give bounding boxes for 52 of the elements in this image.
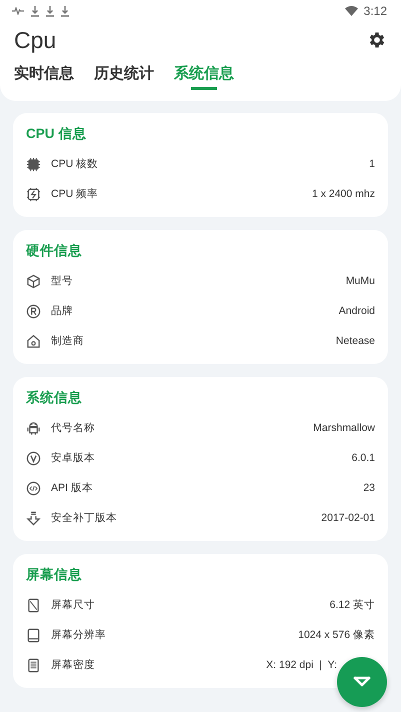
density-icon [26, 658, 41, 672]
section-title: 硬件信息 [26, 242, 83, 260]
row-value: 23 [363, 482, 375, 494]
row-label: CPU 核数 [51, 157, 98, 171]
row-label: API 版本 [51, 481, 93, 495]
cpu-frequency-icon [26, 186, 41, 202]
chevron-down-icon [352, 675, 372, 689]
download-icon [61, 6, 69, 16]
version-icon [26, 450, 41, 466]
android-icon [26, 420, 41, 436]
app-title: Cpu [14, 26, 56, 54]
row-value: X: 192 dpi | Y: [266, 659, 337, 671]
row-label: 屏幕分辨率 [51, 628, 106, 642]
screen-size-icon [26, 598, 41, 612]
tab[interactable]: 实时信息 [14, 58, 74, 93]
patch-icon [26, 510, 41, 526]
row-value: 1 x 2400 mhz [312, 188, 375, 200]
cube-icon [26, 274, 41, 288]
section-title: CPU 信息 [26, 125, 88, 143]
registered-icon [26, 304, 41, 318]
wifi-icon [344, 6, 358, 16]
row-label: 屏幕尺寸 [51, 598, 95, 612]
row-label: 型号 [51, 274, 73, 288]
chip-icon [26, 156, 41, 172]
row-label: 安全补丁版本 [51, 511, 117, 525]
row-value: Android [338, 305, 375, 317]
row-label: 安卓版本 [51, 451, 95, 465]
row-value: 6.0.1 [352, 452, 375, 464]
row-label: 屏幕密度 [51, 658, 95, 672]
status-time: 3:12 [364, 4, 387, 18]
download-icon [46, 6, 54, 16]
row-label: 代号名称 [51, 421, 95, 435]
row-value: 6.12 英寸 [330, 598, 375, 612]
row-value: MuMu [346, 275, 375, 287]
download-icon [31, 6, 39, 16]
row-value: Marshmallow [313, 422, 375, 434]
row-value: 1024 x 576 像素 [298, 628, 375, 642]
home-icon [26, 334, 41, 348]
row-value: 2017-02-01 [321, 512, 375, 524]
row-label: CPU 频率 [51, 187, 98, 201]
row-value: 1 [369, 158, 375, 170]
pulse-icon [12, 7, 24, 15]
section-title: 系统信息 [26, 389, 83, 407]
section-title: 屏幕信息 [26, 566, 83, 584]
tab[interactable]: 历史统计 [94, 58, 154, 93]
collapse-button[interactable] [337, 657, 387, 707]
tablet-icon [26, 628, 41, 642]
code-icon [26, 480, 41, 496]
row-label: 制造商 [51, 334, 84, 348]
row-label: 品牌 [51, 304, 73, 318]
row-value: Netease [336, 335, 375, 347]
settings-icon[interactable] [367, 30, 387, 50]
